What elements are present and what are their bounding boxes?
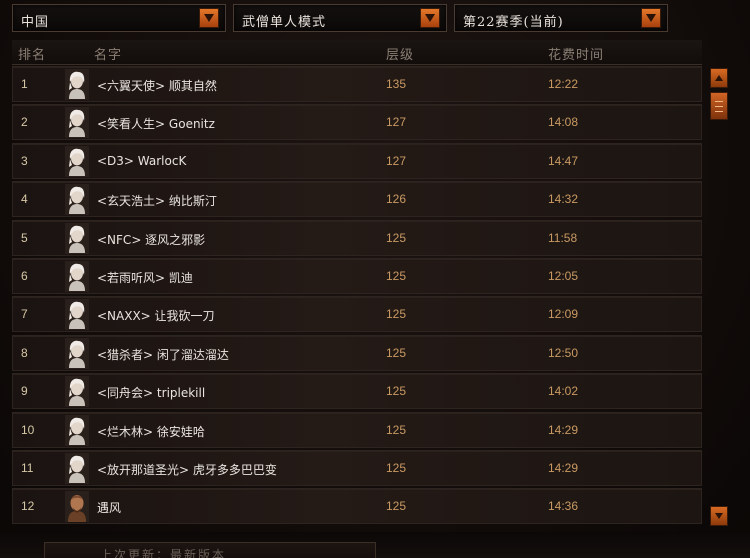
column-header-time[interactable]: 花费时间 bbox=[548, 44, 604, 63]
monk-female-avatar-icon bbox=[65, 261, 89, 292]
time-cell: 14:08 bbox=[548, 115, 579, 129]
leaderboard-window: 中国 武僧单人模式 第22赛季(当前) 排名 名字 层级 花费时间 1 <六翼天使… bbox=[0, 0, 750, 558]
time-cell: 12:50 bbox=[548, 346, 579, 360]
rank-cell: 3 bbox=[21, 154, 28, 168]
time-cell: 14:47 bbox=[548, 154, 579, 168]
time-cell: 14:29 bbox=[548, 423, 579, 437]
table-header: 排名 名字 层级 花费时间 bbox=[12, 40, 702, 65]
monk-female-avatar-icon bbox=[65, 69, 89, 100]
level-cell: 127 bbox=[386, 154, 407, 168]
scrollbar[interactable] bbox=[708, 66, 730, 528]
region-dropdown[interactable]: 中国 bbox=[12, 4, 226, 32]
table-row[interactable]: 7 <NAXX> 让我砍一刀 125 12:09 bbox=[12, 296, 702, 332]
last-updated-text: 上次更新：最新版本 bbox=[100, 548, 227, 558]
monk-female-avatar-icon bbox=[65, 453, 89, 484]
player-name-cell[interactable]: <玄天浩土> 纳比斯汀 bbox=[97, 192, 217, 209]
level-cell: 125 bbox=[386, 423, 407, 437]
player-name-cell[interactable]: <放开那道圣光> 虎牙多多巴巴变 bbox=[97, 461, 277, 478]
player-name-cell[interactable]: <NAXX> 让我砍一刀 bbox=[97, 307, 215, 324]
arrow-up-icon[interactable] bbox=[710, 68, 728, 88]
table-row[interactable]: 6 <若雨听风> 凯迪 125 12:05 bbox=[12, 258, 702, 294]
rank-cell: 4 bbox=[21, 192, 28, 206]
time-cell: 12:05 bbox=[548, 269, 579, 283]
level-cell: 125 bbox=[386, 269, 407, 283]
time-cell: 11:58 bbox=[548, 231, 578, 245]
rank-cell: 9 bbox=[21, 384, 28, 398]
table-row[interactable]: 2 <笑看人生> Goenitz 127 14:08 bbox=[12, 104, 702, 140]
monk-female-avatar-icon bbox=[65, 107, 89, 138]
rank-cell: 12 bbox=[21, 499, 35, 513]
player-name-cell[interactable]: <D3> WarlocK bbox=[97, 154, 186, 168]
mode-value: 武僧单人模式 bbox=[242, 15, 327, 30]
season-dropdown[interactable]: 第22赛季(当前) bbox=[454, 4, 668, 32]
table-row[interactable]: 9 <同舟会> triplekill 125 14:02 bbox=[12, 373, 702, 409]
chevron-down-icon[interactable] bbox=[420, 8, 440, 28]
time-cell: 14:36 bbox=[548, 499, 579, 513]
monk-female-avatar-icon bbox=[65, 184, 89, 215]
level-cell: 125 bbox=[386, 307, 407, 321]
level-cell: 125 bbox=[386, 231, 407, 245]
season-value: 第22赛季(当前) bbox=[463, 15, 564, 30]
scrollbar-thumb[interactable] bbox=[710, 92, 728, 120]
table-row[interactable]: 1 <六翼天使> 顺其自然 135 12:22 bbox=[12, 66, 702, 102]
table-row[interactable]: 4 <玄天浩土> 纳比斯汀 126 14:32 bbox=[12, 181, 702, 217]
rank-cell: 11 bbox=[21, 461, 34, 475]
rank-cell: 10 bbox=[21, 423, 35, 437]
player-name-cell[interactable]: <同舟会> triplekill bbox=[97, 384, 205, 401]
chevron-down-icon[interactable] bbox=[199, 8, 219, 28]
table-row[interactable]: 3 <D3> WarlocK 127 14:47 bbox=[12, 143, 702, 179]
level-cell: 126 bbox=[386, 192, 407, 206]
player-name-cell[interactable]: <烂木林> 徐安娃哈 bbox=[97, 423, 205, 440]
rank-cell: 1 bbox=[21, 77, 28, 91]
level-cell: 125 bbox=[386, 499, 407, 513]
table-row[interactable]: 11 <放开那道圣光> 虎牙多多巴巴变 125 14:29 bbox=[12, 450, 702, 486]
player-name-cell[interactable]: <六翼天使> 顺其自然 bbox=[97, 77, 217, 94]
column-header-level[interactable]: 层级 bbox=[386, 44, 414, 63]
table-row[interactable]: 5 <NFC> 逐风之邪影 125 11:58 bbox=[12, 220, 702, 256]
rank-cell: 2 bbox=[21, 115, 28, 129]
level-cell: 125 bbox=[386, 346, 407, 360]
table-row[interactable]: 8 <猎杀者> 闲了溜达溜达 125 12:50 bbox=[12, 335, 702, 371]
mode-dropdown[interactable]: 武僧单人模式 bbox=[233, 4, 447, 32]
level-cell: 125 bbox=[386, 384, 407, 398]
arrow-down-icon[interactable] bbox=[710, 506, 728, 526]
rank-cell: 7 bbox=[21, 307, 28, 321]
level-cell: 125 bbox=[386, 461, 407, 475]
level-cell: 135 bbox=[386, 77, 407, 91]
monk-female-avatar-icon bbox=[65, 376, 89, 407]
footer: 上次更新：最新版本 bbox=[0, 532, 750, 558]
table-row[interactable]: 10 <烂木林> 徐安娃哈 125 14:29 bbox=[12, 412, 702, 448]
time-cell: 14:29 bbox=[548, 461, 579, 475]
time-cell: 14:02 bbox=[548, 384, 579, 398]
time-cell: 14:32 bbox=[548, 192, 579, 206]
rank-cell: 8 bbox=[21, 346, 28, 360]
time-cell: 12:22 bbox=[548, 77, 579, 91]
monk-female-avatar-icon bbox=[65, 299, 89, 330]
rank-cell: 5 bbox=[21, 231, 28, 245]
rank-cell: 6 bbox=[21, 269, 28, 283]
player-name-cell[interactable]: 遇风 bbox=[97, 499, 121, 516]
monk-female-avatar-icon bbox=[65, 338, 89, 369]
level-cell: 127 bbox=[386, 115, 407, 129]
player-name-cell[interactable]: <若雨听风> 凯迪 bbox=[97, 269, 193, 286]
monk-female-avatar-icon bbox=[65, 415, 89, 446]
player-name-cell[interactable]: <NFC> 逐风之邪影 bbox=[97, 231, 205, 248]
column-header-rank[interactable]: 排名 bbox=[18, 44, 46, 63]
column-header-name[interactable]: 名字 bbox=[94, 44, 122, 63]
table-row[interactable]: 12 遇风 125 14:36 bbox=[12, 488, 702, 524]
chevron-down-icon[interactable] bbox=[641, 8, 661, 28]
player-name-cell[interactable]: <猎杀者> 闲了溜达溜达 bbox=[97, 346, 229, 363]
player-name-cell[interactable]: <笑看人生> Goenitz bbox=[97, 115, 215, 132]
region-value: 中国 bbox=[21, 15, 50, 30]
monk-male-avatar-icon bbox=[65, 491, 89, 522]
monk-female-avatar-icon bbox=[65, 223, 89, 254]
monk-female-avatar-icon bbox=[65, 146, 89, 177]
time-cell: 12:09 bbox=[548, 307, 579, 321]
